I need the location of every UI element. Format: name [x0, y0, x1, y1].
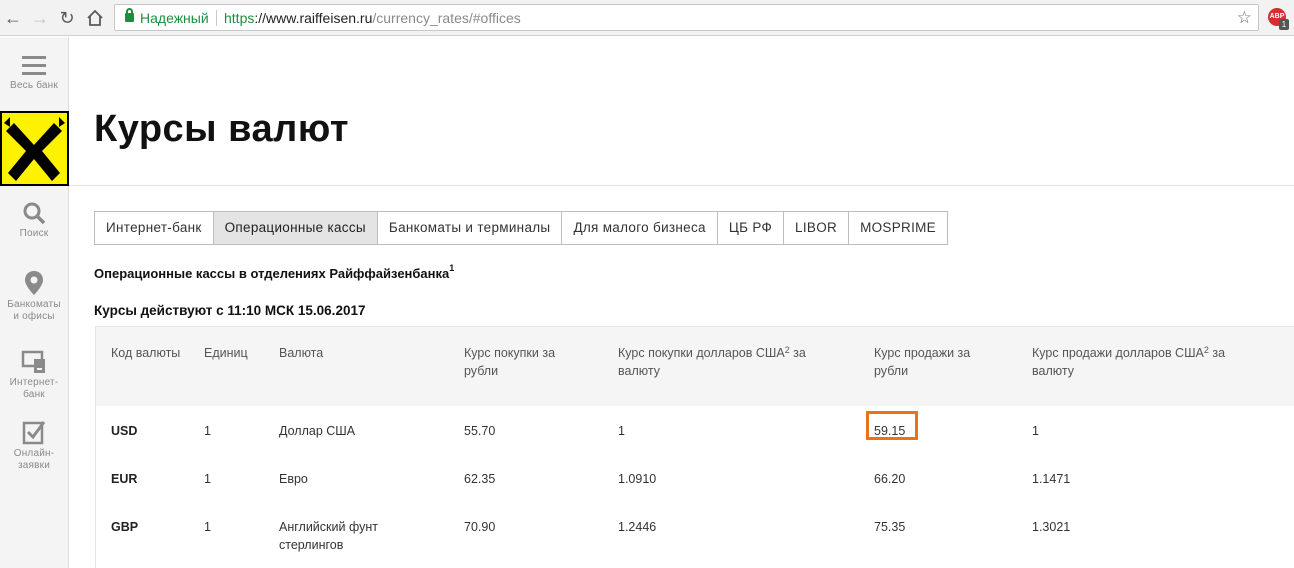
cell-buy-rub: 70.90: [464, 520, 496, 534]
back-arrow-icon[interactable]: ←: [2, 7, 24, 29]
cell-sell-rub: 75.35: [874, 520, 906, 534]
section-subtitle: Операционные кассы в отделениях Райффайз…: [94, 263, 454, 281]
cell-buy-rub: 62.35: [464, 472, 496, 486]
tab-cash-offices[interactable]: Операционные кассы: [213, 212, 378, 244]
table-row: GBP 1 Английский фунт стерлингов 70.90 1…: [96, 518, 1294, 566]
checkbox-icon: [22, 421, 46, 445]
cell-units: 1: [204, 424, 211, 438]
table-header: Код валюты Единиц Валюта Курс покупки за…: [96, 326, 1294, 406]
sidebar-item-atms-offices[interactable]: Банкоматы и офисы: [0, 270, 68, 323]
cell-sell-usd: 1: [1032, 424, 1039, 438]
sidebar-item-label: Банкоматы и офисы: [7, 299, 61, 322]
tab-atms-terminals[interactable]: Банкоматы и терминалы: [378, 212, 563, 244]
address-bar[interactable]: Надежный https://www.raiffeisen.ru/curre…: [114, 4, 1259, 31]
extension-count-badge: 1: [1279, 19, 1289, 30]
cell-buy-usd: 1.2446: [618, 520, 657, 534]
bookmark-star-icon[interactable]: ☆: [1237, 8, 1252, 28]
cell-code: GBP: [111, 520, 139, 534]
cell-sell-usd: 1.3021: [1032, 520, 1071, 534]
cell-sell-rub: 59.15: [874, 424, 906, 438]
divider: [69, 185, 1294, 186]
browser-toolbar: ← → ↻ Надежный https://www.raiffeisen.ru…: [0, 0, 1294, 36]
table-row: EUR 1 Евро 62.35 1.0910 66.20 1.1471: [96, 470, 1294, 518]
cell-code: USD: [111, 424, 138, 438]
reload-icon[interactable]: ↻: [56, 7, 78, 29]
sidebar-item-online-applications[interactable]: Онлайн- заявки: [0, 419, 68, 472]
header-code: Код валюты: [111, 346, 181, 360]
footnote-marker[interactable]: 2: [1204, 345, 1209, 355]
tab-cbr[interactable]: ЦБ РФ: [718, 212, 785, 244]
table-row: USD 1 Доллар США 55.70 1 59.15 1: [96, 411, 1294, 470]
raiffeisen-logo[interactable]: [0, 111, 69, 186]
cell-currency: Доллар США: [279, 424, 356, 438]
sidebar-item-internet-bank[interactable]: Интернет- банк: [0, 350, 68, 401]
cell-currency: Евро: [279, 472, 308, 486]
secure-label: Надежный: [140, 10, 209, 26]
header-buy-rub: Курс покупки за рубли: [464, 346, 556, 378]
cell-buy-usd: 1: [618, 424, 625, 438]
lock-icon: [125, 8, 134, 22]
header-sell-usd-text: Курс продажи долларов США: [1032, 346, 1204, 360]
footnote-marker[interactable]: 2: [785, 345, 790, 355]
url-text[interactable]: https://www.raiffeisen.ru/currency_rates…: [224, 10, 521, 26]
cell-buy-usd: 1.0910: [618, 472, 657, 486]
cell-sell-rub: 66.20: [874, 472, 906, 486]
header-sell-rub: Курс продажи за рубли: [874, 346, 971, 378]
cell-units: 1: [204, 520, 211, 534]
cell-units: 1: [204, 472, 211, 486]
internet-bank-icon: [21, 350, 45, 373]
sidebar-item-label: Онлайн- заявки: [13, 448, 55, 471]
section-subtitle-text: Операционные кассы в отделениях Райффайз…: [94, 266, 450, 281]
footnote-marker[interactable]: 1: [449, 263, 454, 273]
rates-valid-from: Курсы действуют с 11:10 МСК 15.06.2017: [94, 303, 366, 318]
sidebar-item-search[interactable]: Поиск: [0, 201, 68, 240]
tab-libor[interactable]: LIBOR: [784, 212, 850, 244]
currency-rates-table: Код валюты Единиц Валюта Курс покупки за…: [95, 326, 1294, 568]
rate-type-tabs: Интернет-банк Операционные кассы Банкома…: [94, 211, 948, 245]
left-sidebar: Весь банк Поиск Банкоматы и офисы Интерн…: [0, 37, 69, 568]
cell-sell-usd: 1.1471: [1032, 472, 1071, 486]
url-scheme: https: [224, 10, 255, 26]
cell-currency: Английский фунт стерлингов: [279, 520, 378, 552]
url-path: /currency_rates/#offices: [372, 10, 521, 26]
url-host: ://www.raiffeisen.ru: [254, 10, 373, 26]
page-title: Курсы валют: [94, 108, 349, 150]
sidebar-item-label: Весь банк: [10, 80, 58, 91]
header-buy-usd-text: Курс покупки долларов США: [618, 346, 785, 360]
location-pin-icon: [25, 271, 43, 295]
sidebar-item-label: Интернет- банк: [9, 377, 59, 400]
header-sell-usd: Курс продажи долларов США2 за валюту: [1032, 344, 1257, 380]
tab-mosprime[interactable]: MOSPRIME: [849, 212, 947, 244]
header-units: Единиц: [204, 346, 248, 360]
search-icon: [23, 202, 46, 225]
raiffeisen-crossed-horses-icon: [4, 117, 65, 181]
home-icon[interactable]: [84, 7, 106, 29]
cell-buy-rub: 55.70: [464, 424, 496, 438]
header-buy-usd: Курс покупки долларов США2 за валюту: [618, 344, 843, 380]
sidebar-item-label: Поиск: [19, 228, 49, 239]
sidebar-item-all-bank[interactable]: Весь банк: [0, 55, 68, 92]
tab-small-business[interactable]: Для малого бизнеса: [562, 212, 718, 244]
header-currency: Валюта: [279, 346, 324, 360]
forward-arrow-icon[interactable]: →: [29, 7, 51, 29]
hamburger-menu-icon: [22, 56, 46, 75]
url-separator: [216, 10, 217, 26]
tab-internet-bank[interactable]: Интернет-банк: [95, 212, 214, 244]
cell-code: EUR: [111, 472, 138, 486]
